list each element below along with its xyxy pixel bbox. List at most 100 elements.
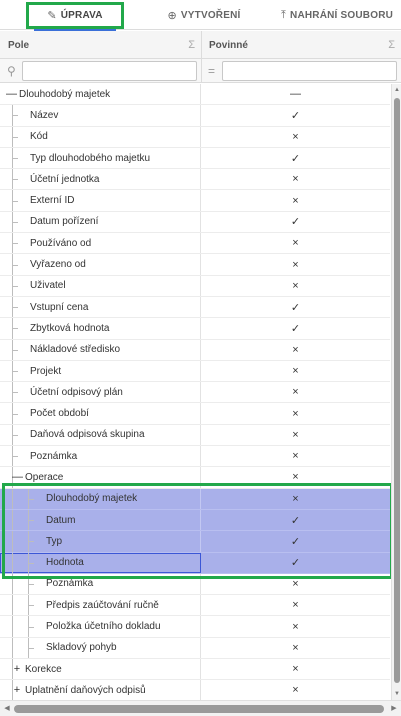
tree-row[interactable]: Počet období ×	[0, 403, 390, 425]
povinne-cell[interactable]: ✓	[201, 105, 390, 125]
povinne-cell[interactable]: ×	[201, 233, 390, 253]
horizontal-scrollbar[interactable]: ◀ ▶	[0, 700, 401, 716]
tree-row[interactable]: Kód ×	[0, 126, 390, 148]
povinne-cell[interactable]: ✓	[201, 553, 390, 573]
povinne-cell[interactable]: ×	[201, 680, 390, 700]
tree-row[interactable]: Nákladové středisko ×	[0, 339, 390, 361]
tab-uprava[interactable]: ✎ ÚPRAVA	[26, 0, 124, 31]
povinne-cell[interactable]: ×	[201, 382, 390, 402]
tree-row[interactable]: — Operace ×	[0, 467, 390, 489]
pole-cell[interactable]: Počet období	[0, 403, 201, 424]
pole-cell[interactable]: Externí ID	[0, 190, 201, 211]
scroll-up-arrow-icon[interactable]: ▲	[393, 85, 401, 95]
pole-cell[interactable]: Datum pořízení	[0, 211, 201, 233]
pole-cell[interactable]: Zbytková hodnota	[0, 318, 201, 339]
tree-row[interactable]: Poznámka ×	[0, 573, 390, 596]
tree-row[interactable]: Předpis zaúčtování ručně ×	[0, 595, 390, 617]
tree-row[interactable]: Používáno od ×	[0, 233, 390, 255]
tree-row[interactable]: Projekt ×	[0, 360, 390, 383]
pole-cell[interactable]: — Dlouhodobý majetek	[0, 84, 201, 105]
tree-row[interactable]: Skladový pohyb ×	[0, 637, 390, 660]
povinne-cell[interactable]: ×	[201, 574, 390, 594]
tree-row[interactable]: Daňová odpisová skupina ×	[0, 424, 390, 447]
pole-cell[interactable]: Hodnota	[0, 552, 201, 573]
tree-row[interactable]: Hodnota ✓	[0, 552, 390, 574]
povinne-cell[interactable]: ×	[201, 425, 390, 445]
povinne-cell[interactable]: ×	[201, 403, 390, 423]
tree-row[interactable]: Datum pořízení ✓	[0, 211, 390, 234]
tree-row[interactable]: Vyřazeno od ×	[0, 254, 390, 276]
pole-cell[interactable]: Předpis zaúčtování ručně	[0, 595, 201, 616]
povinne-cell[interactable]: ×	[201, 190, 390, 210]
pole-cell[interactable]: Typ	[0, 531, 201, 552]
tree-row[interactable]: Účetní jednotka ×	[0, 169, 390, 191]
povinne-cell[interactable]: ×	[201, 361, 390, 381]
povinne-cell[interactable]: ×	[201, 127, 390, 147]
pole-cell[interactable]: Nákladové středisko	[0, 339, 201, 360]
povinne-cell[interactable]: ✓	[201, 531, 390, 551]
tree-row[interactable]: Vstupní cena ✓	[0, 296, 390, 319]
povinne-cell[interactable]: ×	[201, 276, 390, 296]
equals-icon[interactable]: =	[208, 64, 215, 78]
pole-cell[interactable]: Položka účetního dokladu	[0, 616, 201, 637]
tree-row[interactable]: Typ dlouhodobého majetku ✓	[0, 147, 390, 170]
pole-cell[interactable]: Vyřazeno od	[0, 254, 201, 275]
povinne-cell[interactable]: ×	[201, 489, 390, 509]
povinne-cell[interactable]: ×	[201, 340, 390, 360]
povinne-cell[interactable]: ×	[201, 169, 390, 189]
collapse-icon[interactable]: —	[12, 471, 23, 483]
pole-cell[interactable]: Daňová odpisová skupina	[0, 424, 201, 446]
povinne-cell[interactable]: ✓	[201, 212, 390, 232]
vertical-scroll-thumb[interactable]	[394, 98, 400, 683]
povinne-cell[interactable]: ×	[201, 638, 390, 658]
expand-icon[interactable]: +	[12, 663, 22, 675]
horizontal-scroll-thumb[interactable]	[14, 705, 384, 713]
pole-cell[interactable]: + Uplatnění daňových odpisů	[0, 680, 201, 700]
pole-filter-input[interactable]	[22, 61, 197, 81]
tree-row[interactable]: Položka účetního dokladu ×	[0, 616, 390, 638]
pole-cell[interactable]: Datum	[0, 509, 201, 531]
povinne-filter-input[interactable]	[222, 61, 397, 81]
tree-row[interactable]: + Uplatnění daňových odpisů ×	[0, 680, 390, 700]
tree-row[interactable]: + Korekce ×	[0, 659, 390, 681]
pole-cell[interactable]: Projekt	[0, 360, 201, 382]
povinne-cell[interactable]: —	[201, 84, 390, 104]
povinne-cell[interactable]: ×	[201, 254, 390, 274]
collapse-icon[interactable]: —	[6, 88, 17, 100]
tree-row[interactable]: Typ ✓	[0, 531, 390, 553]
column-header-pole[interactable]: Pole Σ	[0, 31, 201, 59]
column-header-povinne[interactable]: Povinné Σ	[201, 31, 401, 59]
sigma-icon[interactable]: Σ	[388, 39, 395, 51]
sigma-icon[interactable]: Σ	[188, 39, 195, 51]
povinne-cell[interactable]: ×	[201, 446, 390, 466]
scroll-down-arrow-icon[interactable]: ▼	[393, 689, 401, 699]
scroll-right-arrow-icon[interactable]: ▶	[389, 704, 399, 714]
tree-row[interactable]: Zbytková hodnota ✓	[0, 318, 390, 340]
tab-nahrani-souboru[interactable]: ⤒ NAHRÁNÍ SOUBORU	[278, 0, 396, 30]
povinne-cell[interactable]: ✓	[201, 318, 390, 338]
povinne-cell[interactable]: ×	[201, 616, 390, 636]
pole-cell[interactable]: Název	[0, 105, 201, 126]
tree-row[interactable]: Poznámka ×	[0, 446, 390, 468]
tree-row[interactable]: — Dlouhodobý majetek —	[0, 84, 390, 106]
pole-cell[interactable]: + Korekce	[0, 659, 201, 680]
tree-row[interactable]: Uživatel ×	[0, 275, 390, 297]
pole-cell[interactable]: Typ dlouhodobého majetku	[0, 147, 201, 169]
pole-cell[interactable]: Poznámka	[0, 573, 201, 595]
pole-cell[interactable]: — Operace	[0, 467, 201, 488]
povinne-cell[interactable]: ✓	[201, 148, 390, 168]
tree-row[interactable]: Dlouhodobý majetek ×	[0, 488, 390, 510]
povinne-cell[interactable]: ×	[201, 467, 390, 487]
pole-cell[interactable]: Poznámka	[0, 446, 201, 467]
pole-cell[interactable]: Používáno od	[0, 233, 201, 254]
tree-row[interactable]: Název ✓	[0, 105, 390, 127]
povinne-cell[interactable]: ✓	[201, 510, 390, 530]
pole-cell[interactable]: Dlouhodobý majetek	[0, 488, 201, 509]
pole-cell[interactable]: Účetní odpisový plán	[0, 382, 201, 403]
povinne-cell[interactable]: ✓	[201, 297, 390, 317]
expand-icon[interactable]: +	[12, 684, 22, 696]
tree-row[interactable]: Účetní odpisový plán ×	[0, 382, 390, 404]
povinne-cell[interactable]: ×	[201, 595, 390, 615]
pole-cell[interactable]: Skladový pohyb	[0, 637, 201, 659]
vertical-scrollbar[interactable]: ▲ ▼	[391, 84, 401, 700]
